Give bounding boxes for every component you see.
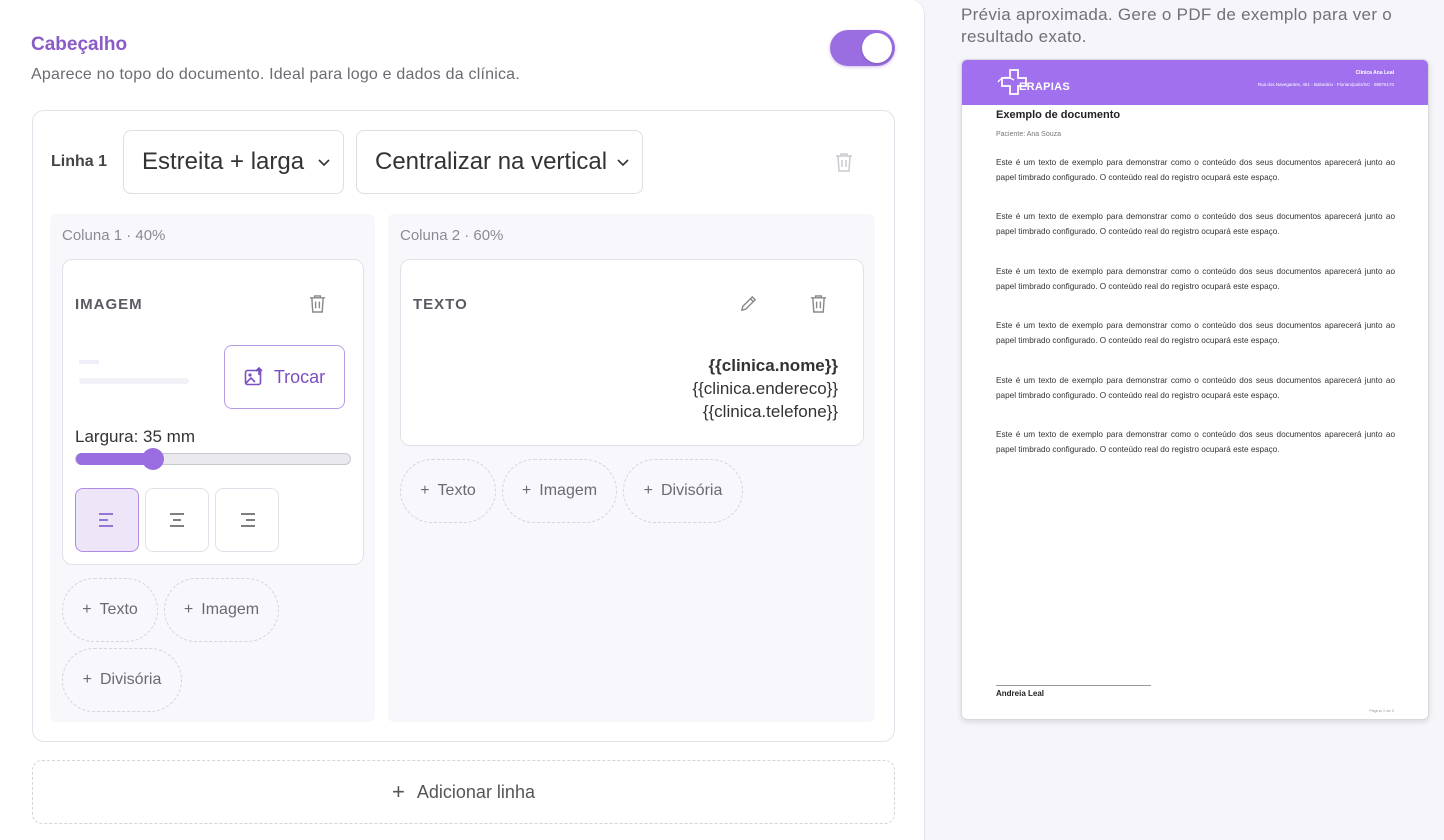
- preview-note: Prévia aproximada. Gere o PDF de exemplo…: [961, 5, 1393, 46]
- delete-block-trash-icon[interactable]: [309, 294, 326, 313]
- text-line-clinic-name: {{clinica.nome}}: [708, 356, 838, 375]
- add-divider-button[interactable]: + Divisória: [62, 648, 182, 712]
- preview-paragraph: Este é um texto de exemplo para demonstr…: [996, 158, 1395, 182]
- preview-doc-title: Exemplo de documento: [996, 109, 1121, 121]
- column-label: Coluna 1 · 40%: [62, 227, 166, 244]
- align-right-icon: [241, 513, 255, 527]
- add-divider-button[interactable]: + Divisória: [623, 459, 743, 523]
- align-right-button[interactable]: [215, 488, 279, 552]
- header-editor-card: Cabeçalho Aparece no topo do documento. …: [0, 0, 925, 840]
- delete-block-trash-icon[interactable]: [810, 294, 827, 313]
- preview-paragraph: Este é um texto de exemplo para demonstr…: [996, 430, 1395, 454]
- preview-signature: Andreia Leal: [996, 689, 1045, 698]
- plus-icon: +: [643, 482, 653, 499]
- toggle-knob: [862, 33, 892, 63]
- row-layout-select[interactable]: Estreita + larga: [123, 130, 344, 194]
- plus-icon: +: [183, 601, 194, 618]
- row-align-select[interactable]: Centralizar na vertical: [356, 130, 643, 194]
- image-block: IMAGEM Trocar Largura: 35 mm: [62, 259, 364, 565]
- signature-line: [996, 685, 1151, 686]
- text-block: TEXTO {{clinica.nome}} {{clinica.enderec…: [400, 259, 864, 446]
- chevron-down-icon: [318, 159, 330, 167]
- width-slider[interactable]: [75, 448, 351, 470]
- preview-header-band: ERAPIAS Clínica Ana Leal Rua dos Navegan…: [962, 60, 1428, 105]
- delete-row-trash-icon[interactable]: [835, 152, 853, 172]
- section-description: Aparece no topo do documento. Ideal para…: [31, 66, 520, 83]
- add-image-button[interactable]: + Imagem: [164, 578, 279, 642]
- preview-paragraph: Este é um texto de exemplo para demonstr…: [996, 321, 1395, 346]
- plus-icon: +: [392, 779, 405, 804]
- header-enabled-toggle[interactable]: [830, 30, 895, 66]
- edit-pencil-icon[interactable]: [739, 294, 758, 313]
- replace-image-label: Trocar: [273, 366, 326, 387]
- chevron-down-icon: [617, 159, 629, 167]
- plus-icon: +: [82, 601, 92, 618]
- text-line-clinic-address: {{clinica.endereco}}: [692, 379, 838, 398]
- block-type-label: TEXTO: [413, 296, 468, 313]
- row-align-value: Centralizar na vertical: [375, 148, 608, 175]
- plus-icon: +: [521, 482, 532, 499]
- align-center-icon: [170, 513, 184, 527]
- row-layout-value: Estreita + larga: [142, 148, 305, 175]
- document-preview: ERAPIAS Clínica Ana Leal Rua dos Navegan…: [961, 59, 1429, 720]
- add-row-button[interactable]: + Adicionar linha: [32, 760, 895, 824]
- image-upload-icon: [244, 367, 263, 386]
- plus-icon: +: [420, 482, 430, 499]
- width-label: Largura: 35 mm: [75, 427, 195, 446]
- add-text-button[interactable]: + Texto: [62, 578, 158, 642]
- align-left-button[interactable]: [75, 488, 139, 552]
- plus-icon: +: [82, 671, 92, 688]
- align-left-icon: [99, 513, 113, 527]
- add-text-button[interactable]: + Texto: [400, 459, 496, 523]
- preview-paragraph: Este é um texto de exemplo para demonstr…: [996, 266, 1395, 291]
- preview-patient: Paciente: Ana Souza: [996, 131, 1061, 138]
- preview-clinic-name: Clínica Ana Leal: [1355, 70, 1394, 76]
- block-type-label: IMAGEM: [75, 296, 143, 313]
- slider-thumb[interactable]: [141, 448, 164, 470]
- preview-paragraph: Este é um texto de exemplo para demonstr…: [996, 375, 1395, 400]
- section-title: Cabeçalho: [31, 34, 128, 55]
- brand-text: ERAPIAS: [1019, 81, 1070, 93]
- text-line-clinic-phone: {{clinica.telefone}}: [702, 402, 838, 421]
- preview-paragraph: Este é um texto de exemplo para demonstr…: [996, 212, 1395, 237]
- add-image-button[interactable]: + Imagem: [502, 459, 617, 523]
- row-label: Linha 1: [51, 153, 108, 170]
- replace-image-button[interactable]: Trocar: [224, 345, 345, 409]
- column-label: Coluna 2 · 60%: [400, 227, 504, 244]
- logo-thumbnail-icon: [79, 360, 189, 384]
- preview-page-number: Página 1 de 2: [1369, 708, 1394, 713]
- column-1: Coluna 1 · 40% IMAGEM Trocar Largura: 35…: [50, 214, 375, 722]
- row-container: Linha 1 Estreita + larga Centralizar na …: [32, 110, 895, 742]
- column-2: Coluna 2 · 60% TEXTO {{clinica.nome}} {{…: [388, 214, 875, 722]
- add-row-label: Adicionar linha: [416, 781, 535, 802]
- align-center-button[interactable]: [145, 488, 209, 552]
- text-block-content[interactable]: {{clinica.nome}} {{clinica.endereco}} {{…: [692, 354, 838, 423]
- preview-clinic-address: Rua dos Navegantes, 461 - Balneário · Fl…: [1257, 82, 1394, 87]
